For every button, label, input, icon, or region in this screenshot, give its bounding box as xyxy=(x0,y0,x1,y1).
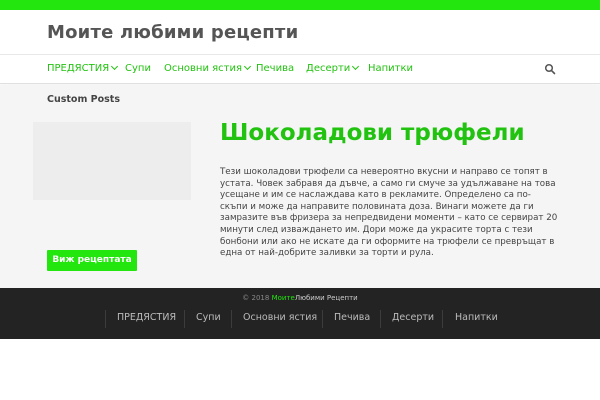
footer-nav-main-dishes[interactable]: Основни ястия xyxy=(243,312,317,323)
chevron-down-icon xyxy=(352,62,360,71)
footer-nav-drinks[interactable]: Напитки xyxy=(455,312,498,323)
footer-divider xyxy=(231,310,232,328)
nav-item-pastries[interactable]: Печива xyxy=(256,63,294,74)
footer-navigation: ПРЕДЯСТИЯ Супи Основни ястия Печива Десе… xyxy=(0,308,600,330)
nav-item-label: Печива xyxy=(256,63,295,74)
section-label: Custom Posts xyxy=(47,94,121,105)
search-icon[interactable] xyxy=(544,63,556,75)
post-excerpt: Тези шоколадови трюфели са невероятно вк… xyxy=(220,167,558,259)
nav-item-appetizers[interactable]: ПРЕДЯСТИЯ xyxy=(47,62,119,74)
top-accent-bar xyxy=(0,0,600,10)
nav-item-label: Десерти xyxy=(306,63,351,74)
nav-item-desserts[interactable]: Десерти xyxy=(306,62,360,74)
nav-item-soups[interactable]: Супи xyxy=(125,63,151,74)
post-thumbnail[interactable] xyxy=(33,122,191,200)
footer-nav-desserts[interactable]: Десерти xyxy=(392,312,434,323)
nav-item-label: Напитки xyxy=(368,63,414,74)
copyright-site-name: Любими Рецепти xyxy=(294,294,358,302)
view-recipe-button[interactable]: Виж рецептата xyxy=(47,250,137,271)
chevron-down-icon xyxy=(111,62,119,71)
nav-item-main-dishes[interactable]: Основни ястия xyxy=(164,62,252,74)
copyright-year: © 2018 xyxy=(242,294,270,302)
site-footer: © 2018 МоитеЛюбими Рецепти ПРЕДЯСТИЯ Суп… xyxy=(0,288,600,339)
footer-divider xyxy=(442,310,443,328)
copyright: © 2018 МоитеЛюбими Рецепти xyxy=(0,294,600,302)
copyright-brand-link[interactable]: Моите xyxy=(272,294,295,302)
nav-item-label: Основни ястия xyxy=(164,63,242,74)
main-navigation: ПРЕДЯСТИЯ Супи Основни ястия Печива Десе… xyxy=(0,55,600,84)
footer-divider xyxy=(380,310,381,328)
nav-item-label: Супи xyxy=(125,63,151,74)
footer-divider xyxy=(184,310,185,328)
nav-item-label: ПРЕДЯСТИЯ xyxy=(47,63,110,74)
footer-divider xyxy=(322,310,323,328)
footer-nav-soups[interactable]: Супи xyxy=(196,312,221,323)
site-title[interactable]: Моите любими рецепти xyxy=(47,22,298,43)
site-header: Моите любими рецепти xyxy=(0,10,600,55)
post-title[interactable]: Шоколадови трюфели xyxy=(220,120,525,146)
footer-nav-pastries[interactable]: Печива xyxy=(334,312,370,323)
footer-divider xyxy=(105,310,106,328)
footer-nav-appetizers[interactable]: ПРЕДЯСТИЯ xyxy=(117,312,176,323)
main-content: Custom Posts Виж рецептата Шоколадови тр… xyxy=(0,85,600,288)
nav-item-drinks[interactable]: Напитки xyxy=(368,63,413,74)
chevron-down-icon xyxy=(243,62,252,71)
